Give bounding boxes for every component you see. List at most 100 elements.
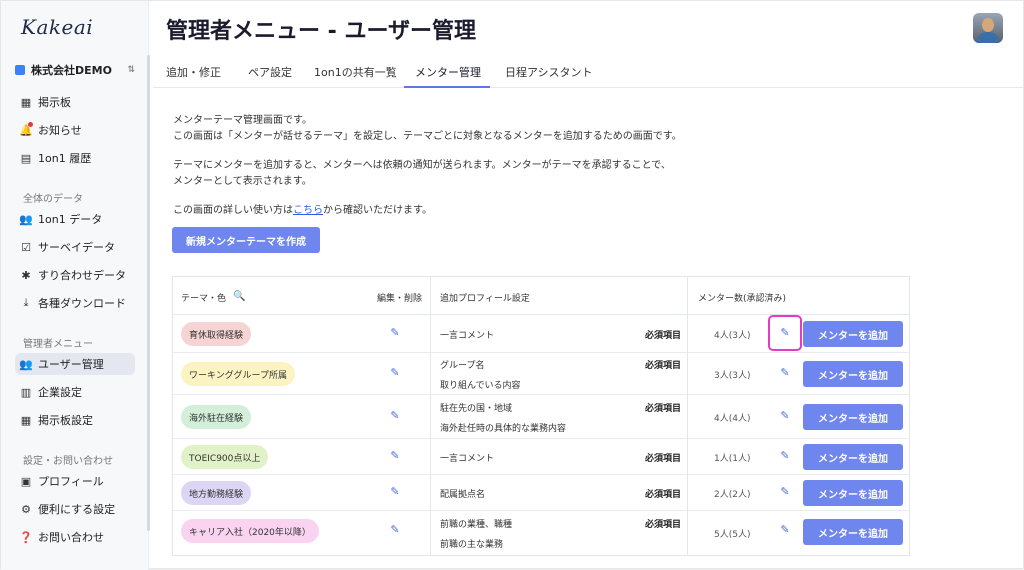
section-label-data: 全体のデータ	[23, 194, 83, 205]
gear-icon: ⚙	[21, 502, 31, 516]
sidebar-item-1on1-data[interactable]: 👥 1on1 データ	[15, 208, 135, 230]
building-icon	[15, 65, 25, 75]
sidebar-item-board[interactable]: ▦ 掲示板	[15, 91, 135, 113]
add-mentor-button[interactable]: メンターを追加	[803, 480, 903, 506]
highlight-box	[768, 315, 802, 351]
table-row: 海外駐在経験 ✎ 駐在先の国・地域 必須項目 海外赴任時の具体的な業務内容 4人…	[173, 395, 909, 439]
sidebar-item-board-settings[interactable]: ▦ 掲示板設定	[15, 409, 135, 431]
board-icon: ▦	[20, 95, 32, 109]
tab-1on1-share-list[interactable]: 1on1の共有一覧	[314, 64, 397, 80]
edit-mentors-pencil-icon[interactable]: ✎	[777, 448, 793, 464]
sidebar-item-downloads[interactable]: ⤓ 各種ダウンロード	[15, 292, 135, 314]
sidebar-item-label: 掲示板設定	[38, 414, 93, 427]
column-header-edit: 編集・削除	[377, 294, 423, 304]
logo: Kakeai	[21, 15, 94, 39]
required-label: 必須項目	[645, 490, 682, 500]
company-name: 株式会社DEMO	[31, 64, 112, 77]
required-label: 必須項目	[645, 404, 682, 414]
sidebar-item-company-settings[interactable]: ▥ 企業設定	[15, 381, 135, 403]
mentor-count: 5人(5人)	[714, 530, 751, 540]
add-mentor-button[interactable]: メンターを追加	[803, 404, 903, 430]
edit-pencil-icon[interactable]: ✎	[387, 448, 403, 464]
sidebar-item-survey-data[interactable]: ☑ サーベイデータ	[15, 236, 135, 258]
sidebar-item-label: 掲示板	[38, 96, 71, 109]
column-header-profile: 追加プロフィール設定	[440, 294, 530, 304]
sidebar-item-label: 1on1 データ	[38, 213, 103, 226]
tab-mentor-management[interactable]: メンター管理	[415, 64, 481, 80]
edit-mentors-pencil-icon[interactable]: ✎	[777, 522, 793, 538]
profile-field: 前職の業種、職種	[440, 520, 513, 530]
table-row: 地方勤務経験 ✎ 配属拠点名 必須項目 2人(2人) ✎ メンターを追加	[173, 475, 909, 511]
survey-icon: ☑	[21, 240, 31, 254]
tab-bar: 追加・修正 ペア設定 1on1の共有一覧 メンター管理 日程アシスタント	[153, 58, 1023, 88]
theme-chip: 育休取得経験	[181, 322, 252, 346]
add-mentor-button[interactable]: メンターを追加	[803, 444, 903, 470]
sidebar-item-label: サーベイデータ	[38, 241, 115, 254]
theme-chip: ワーキンググループ所属	[181, 362, 296, 386]
sidebar-item-label: 便利にする設定	[38, 503, 116, 516]
sidebar-item-notifications[interactable]: 🔔 お知らせ	[15, 119, 135, 141]
intro-line: メンターテーマ管理画面です。	[173, 115, 312, 126]
intro-help-line: この画面の詳しい使い方はこちらから確認いただけます。	[173, 201, 432, 216]
sidebar-item-label: お問い合わせ	[38, 531, 104, 544]
add-mentor-button[interactable]: メンターを追加	[803, 519, 903, 545]
column-header-theme: テーマ・色	[181, 294, 227, 304]
sidebar-item-label: お知らせ	[38, 124, 82, 137]
sidebar-scrollbar[interactable]	[147, 55, 150, 531]
bell-icon: 🔔	[19, 121, 33, 137]
sidebar-item-contact[interactable]: ❓ お問い合わせ	[15, 526, 135, 548]
required-label: 必須項目	[645, 361, 682, 371]
building-icon: ▥	[20, 385, 32, 399]
add-mentor-button[interactable]: メンターを追加	[803, 321, 903, 347]
help-text-pre: この画面の詳しい使い方は	[173, 205, 293, 216]
edit-mentors-pencil-icon[interactable]: ✎	[777, 484, 793, 500]
search-icon[interactable]: 🔍	[233, 291, 245, 302]
avatar-body	[977, 32, 999, 43]
table-row: キャリア入社（2020年以降） ✎ 前職の業種、職種 必須項目 前職の主な業務 …	[173, 511, 909, 555]
puzzle-icon: ✱	[21, 268, 31, 282]
edit-pencil-icon[interactable]: ✎	[387, 484, 403, 500]
sidebar-item-label: 1on1 履歴	[38, 152, 92, 165]
company-selector[interactable]: 株式会社DEMO ⇅	[15, 62, 135, 78]
avatar-face	[982, 18, 994, 32]
create-mentor-theme-button[interactable]: 新規メンターテーマを作成	[172, 227, 320, 253]
sidebar: Kakeai 株式会社DEMO ⇅ ▦ 掲示板 🔔 お知らせ ▤ 1on1 履歴…	[1, 1, 150, 570]
sidebar-item-alignment-data[interactable]: ✱ すり合わせデータ	[15, 264, 135, 286]
sidebar-item-user-management[interactable]: 👥 ユーザー管理	[15, 353, 135, 375]
edit-pencil-icon[interactable]: ✎	[387, 325, 403, 341]
intro-line: テーマにメンターを追加すると、メンターへは依頼の通知が送られます。メンターがテー…	[173, 160, 671, 171]
active-tab-indicator	[404, 86, 490, 88]
sidebar-item-preferences[interactable]: ⚙ 便利にする設定	[15, 498, 135, 520]
sidebar-item-label: ユーザー管理	[38, 358, 104, 371]
tab-schedule-assistant[interactable]: 日程アシスタント	[505, 64, 593, 80]
section-label-admin: 管理者メニュー	[23, 339, 93, 350]
profile-field: 一言コメント	[440, 454, 495, 464]
help-link[interactable]: こちら	[293, 205, 323, 216]
profile-field: グループ名	[440, 361, 485, 371]
table-row: TOEIC900点以上 ✎ 一言コメント 必須項目 1人(1人) ✎ メンターを…	[173, 439, 909, 475]
intro-line: この画面は「メンターが話せるテーマ」を設定し、テーマごとに対象となるメンターを追…	[173, 131, 682, 142]
profile-field: 配属拠点名	[440, 490, 486, 500]
sidebar-item-history[interactable]: ▤ 1on1 履歴	[15, 147, 135, 169]
tab-add-edit[interactable]: 追加・修正	[166, 64, 221, 80]
avatar[interactable]	[973, 13, 1003, 43]
edit-mentors-pencil-icon[interactable]: ✎	[777, 408, 793, 424]
mentor-count: 1人(1人)	[714, 454, 751, 464]
edit-pencil-icon[interactable]: ✎	[387, 408, 403, 424]
add-mentor-button[interactable]: メンターを追加	[803, 361, 903, 387]
required-label: 必須項目	[645, 454, 682, 464]
notification-dot	[28, 121, 33, 127]
mentor-count: 2人(2人)	[714, 490, 751, 500]
sidebar-item-profile[interactable]: ▣ プロフィール	[15, 470, 135, 492]
tab-pair-settings[interactable]: ペア設定	[248, 64, 292, 80]
edit-mentors-pencil-icon[interactable]: ✎	[777, 365, 793, 381]
edit-pencil-icon[interactable]: ✎	[387, 522, 403, 538]
page-title: 管理者メニュー - ユーザー管理	[166, 19, 477, 44]
required-label: 必須項目	[645, 331, 682, 341]
chevron-updown-icon: ⇅	[127, 65, 135, 75]
board-settings-icon: ▦	[20, 413, 32, 427]
sidebar-item-label: プロフィール	[38, 475, 104, 488]
edit-pencil-icon[interactable]: ✎	[387, 365, 403, 381]
table-header: テーマ・色 🔍 編集・削除 追加プロフィール設定 メンター数(承認済み)	[173, 277, 909, 315]
download-icon: ⤓	[23, 296, 29, 309]
